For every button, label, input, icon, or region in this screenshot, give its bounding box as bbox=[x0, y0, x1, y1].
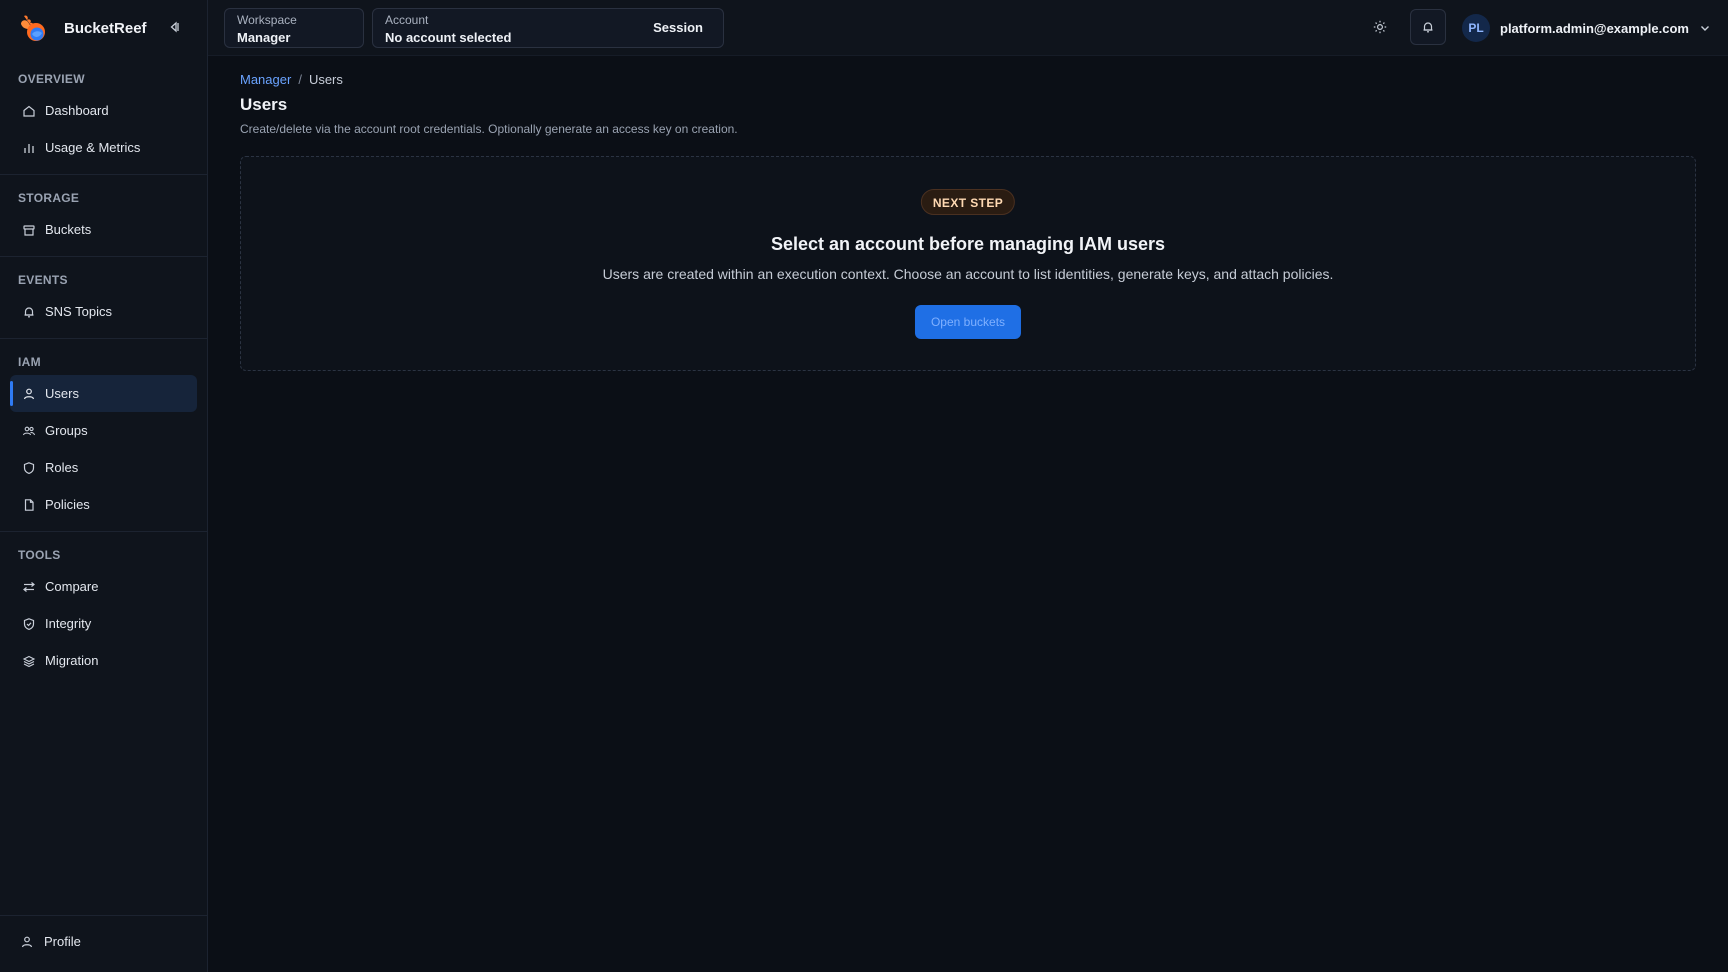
breadcrumb-separator: / bbox=[298, 72, 302, 87]
section-title: OVERVIEW bbox=[18, 72, 85, 86]
sidebar-item-migration[interactable]: Migration bbox=[10, 642, 197, 679]
next-step-badge: NEXT STEP bbox=[920, 189, 1016, 215]
home-icon bbox=[23, 105, 35, 117]
bell-icon bbox=[1423, 22, 1433, 33]
breadcrumb: Manager / Users bbox=[240, 72, 343, 87]
sidebar-item-label: Compare bbox=[45, 579, 99, 594]
section-title: EVENTS bbox=[18, 273, 68, 287]
nav-section-storage: STORAGE Buckets bbox=[0, 174, 207, 248]
sidebar-item-compare[interactable]: Compare bbox=[10, 568, 197, 605]
bar-chart-icon bbox=[24, 143, 34, 153]
empty-state-title: Select an account before managing IAM us… bbox=[770, 234, 1166, 254]
empty-state-description: Users are created within an execution co… bbox=[602, 266, 1334, 282]
sidebar-item-label: Migration bbox=[45, 653, 99, 668]
sidebar-item-label: Users bbox=[45, 386, 79, 401]
brand[interactable]: BucketReef bbox=[18, 10, 147, 46]
sidebar-item-buckets[interactable]: Buckets bbox=[10, 211, 197, 248]
section-title: IAM bbox=[18, 355, 41, 369]
sidebar: BucketReef OVERVIEW Dashboard Usage & Me… bbox=[0, 0, 208, 972]
app-logo-icon bbox=[21, 15, 45, 41]
sidebar-item-integrity[interactable]: Integrity bbox=[10, 605, 197, 642]
open-buckets-button[interactable]: Open buckets bbox=[914, 305, 1022, 339]
migration-icon bbox=[22, 655, 36, 667]
breadcrumb-link-manager[interactable]: Manager bbox=[240, 72, 291, 87]
section-title: STORAGE bbox=[18, 191, 80, 205]
sidebar-footer: Profile bbox=[0, 915, 207, 972]
page-title: Users bbox=[240, 95, 288, 114]
avatar: PL bbox=[1462, 14, 1490, 42]
sidebar-item-profile[interactable]: Profile bbox=[20, 934, 81, 949]
breadcrumb-current: Users bbox=[308, 72, 343, 87]
user-icon bbox=[21, 936, 33, 947]
sidebar-item-roles[interactable]: Roles bbox=[10, 449, 197, 486]
sidebar-item-label: Buckets bbox=[45, 222, 92, 237]
nav-section-overview: OVERVIEW Dashboard Usage & Metrics bbox=[0, 66, 207, 166]
nav-section-tools: TOOLS Compare Integrity Migration bbox=[0, 531, 207, 679]
topbar: Workspace Manager Account No account sel… bbox=[208, 0, 1728, 56]
document-icon bbox=[24, 498, 34, 511]
compare-icon bbox=[23, 581, 35, 592]
sidebar-item-sns-topics[interactable]: SNS Topics bbox=[10, 293, 197, 330]
sidebar-item-label: SNS Topics bbox=[45, 304, 112, 319]
app-name: BucketReef bbox=[64, 19, 147, 37]
workspace-label: Workspace bbox=[237, 13, 297, 27]
account-value: No account selected bbox=[385, 30, 512, 45]
sidebar-item-policies[interactable]: Policies bbox=[10, 486, 197, 523]
user-icon bbox=[23, 388, 35, 399]
account-label: Account bbox=[385, 13, 429, 27]
bucket-icon bbox=[23, 224, 35, 236]
session-button[interactable]: Session bbox=[653, 20, 703, 35]
sidebar-item-groups[interactable]: Groups bbox=[10, 412, 197, 449]
profile-label: Profile bbox=[44, 934, 81, 949]
empty-state-card: NEXT STEP Select an account before manag… bbox=[240, 156, 1696, 371]
app-shell: BucketReef OVERVIEW Dashboard Usage & Me… bbox=[0, 0, 1728, 972]
theme-toggle-button[interactable] bbox=[1369, 16, 1391, 38]
sidebar-item-label: Dashboard bbox=[45, 103, 109, 118]
nav-section-iam: IAM Users Groups Roles Policies bbox=[0, 338, 207, 523]
section-title: TOOLS bbox=[18, 548, 61, 562]
account-selector[interactable]: Account No account selected Session bbox=[372, 8, 724, 48]
sidebar-nav: OVERVIEW Dashboard Usage & Metrics STORA… bbox=[0, 62, 207, 679]
nav-section-events: EVENTS SNS Topics bbox=[0, 256, 207, 330]
collapse-sidebar-icon bbox=[170, 21, 179, 33]
sidebar-item-label: Policies bbox=[45, 497, 90, 512]
sun-icon bbox=[1373, 20, 1387, 34]
sidebar-item-usage-metrics[interactable]: Usage & Metrics bbox=[10, 129, 197, 166]
sidebar-item-label: Usage & Metrics bbox=[45, 140, 141, 155]
sidebar-item-label: Roles bbox=[45, 460, 79, 475]
shield-check-icon bbox=[23, 617, 35, 630]
users-icon bbox=[22, 426, 36, 435]
workspace-selector[interactable]: Workspace Manager bbox=[224, 8, 364, 48]
sidebar-item-dashboard[interactable]: Dashboard bbox=[10, 92, 197, 129]
bell-icon bbox=[24, 306, 34, 317]
shield-icon bbox=[23, 461, 35, 474]
collapse-sidebar-button[interactable] bbox=[164, 17, 184, 37]
workspace-value: Manager bbox=[237, 30, 291, 45]
user-menu[interactable]: PL platform.admin@example.com bbox=[1462, 13, 1711, 43]
page-description: Create/delete via the account root crede… bbox=[240, 122, 738, 136]
sidebar-item-label: Integrity bbox=[45, 616, 92, 631]
notifications-button[interactable] bbox=[1410, 9, 1446, 45]
chevron-down-icon bbox=[1700, 26, 1709, 31]
sidebar-item-label: Groups bbox=[45, 423, 88, 438]
user-email: platform.admin@example.com bbox=[1500, 20, 1689, 36]
sidebar-item-users[interactable]: Users bbox=[10, 375, 197, 412]
